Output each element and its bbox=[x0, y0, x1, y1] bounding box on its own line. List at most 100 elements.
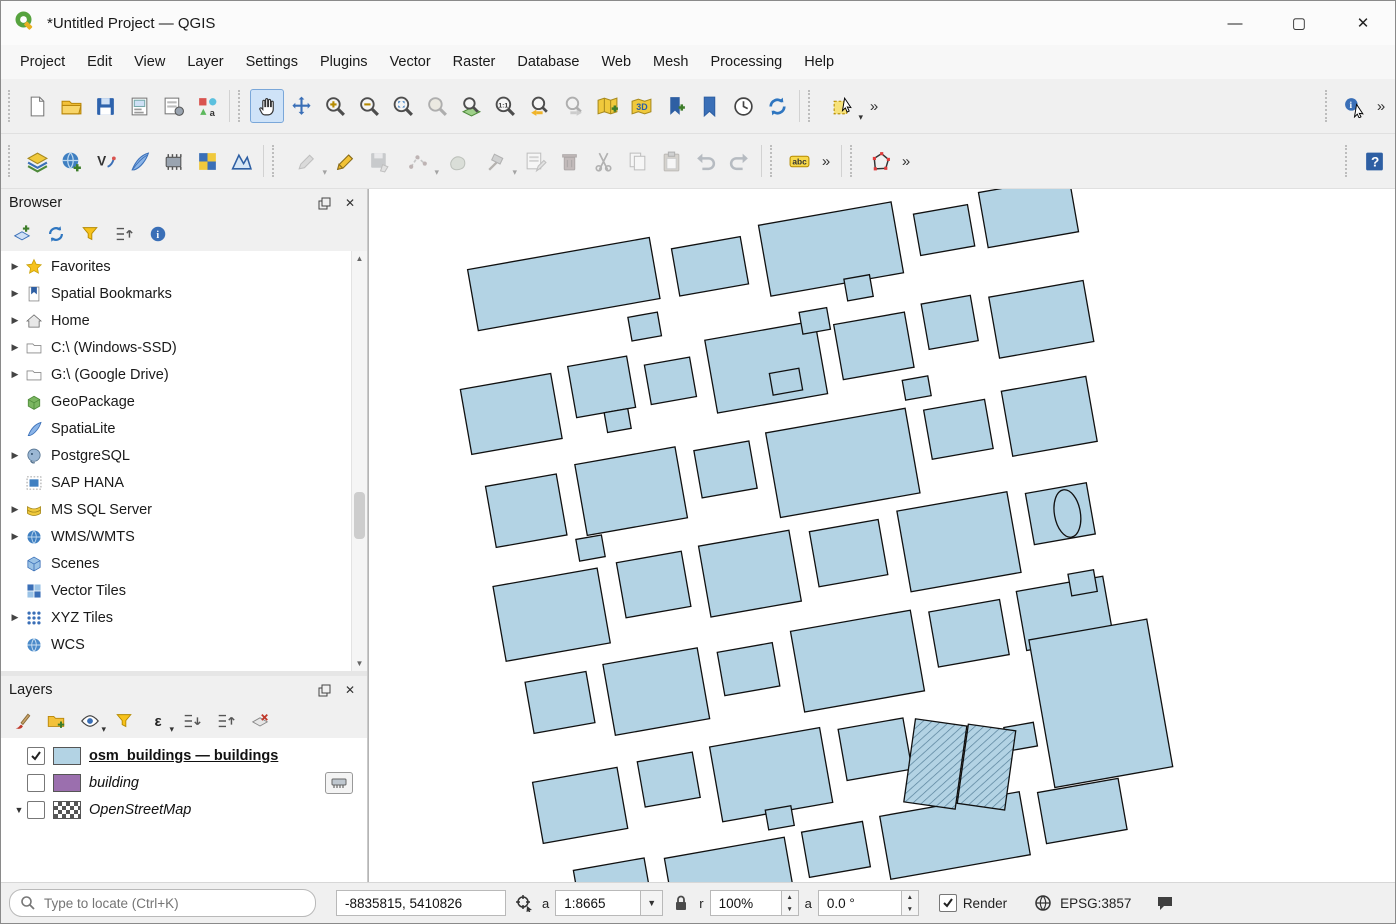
add-selected-layers-button[interactable] bbox=[7, 220, 37, 248]
new-project-button[interactable] bbox=[20, 89, 54, 123]
menu-mesh[interactable]: Mesh bbox=[642, 49, 699, 75]
save-project-button[interactable] bbox=[88, 89, 122, 123]
scale-input[interactable] bbox=[562, 895, 634, 912]
menu-view[interactable]: View bbox=[123, 49, 176, 75]
layer-swatch[interactable] bbox=[53, 747, 81, 765]
toolbar-drag-handle[interactable] bbox=[1345, 145, 1354, 177]
pan-map-button[interactable] bbox=[250, 89, 284, 123]
scrollbar-track[interactable] bbox=[352, 266, 367, 656]
pan-map-to-selection-button[interactable] bbox=[284, 89, 318, 123]
layer-labeling-button[interactable]: abc bbox=[782, 144, 816, 178]
memory-layer-indicator-icon[interactable] bbox=[325, 772, 353, 794]
menu-project[interactable]: Project bbox=[9, 49, 76, 75]
expand-arrow-icon[interactable]: ▶ bbox=[7, 504, 23, 515]
lock-scale-icon[interactable] bbox=[669, 891, 693, 915]
identify-features-button[interactable]: i bbox=[1337, 89, 1371, 123]
spin-down-icon[interactable]: ▼ bbox=[782, 903, 798, 915]
current-edits-button[interactable]: ▾ bbox=[284, 144, 328, 178]
locate-box[interactable] bbox=[9, 889, 316, 917]
filter-by-expression-button[interactable]: ε▾ bbox=[143, 707, 173, 735]
layer-name[interactable]: OpenStreetMap bbox=[89, 802, 191, 818]
close-panel-icon[interactable]: ✕ bbox=[341, 681, 359, 699]
modify-attributes-button[interactable] bbox=[518, 144, 552, 178]
toolbar-drag-handle[interactable] bbox=[1325, 90, 1334, 122]
map-canvas[interactable] bbox=[368, 189, 1395, 882]
browser-item-wcs[interactable]: WCS bbox=[1, 631, 351, 658]
magnifier-input[interactable] bbox=[717, 895, 775, 912]
scale-box[interactable] bbox=[555, 890, 641, 916]
toolbar-drag-handle[interactable] bbox=[770, 145, 779, 177]
delete-selected-button[interactable] bbox=[552, 144, 586, 178]
coordinate-input[interactable] bbox=[343, 895, 499, 912]
zoom-next-button[interactable] bbox=[556, 89, 590, 123]
layer-name[interactable]: osm_buildings — buildings bbox=[89, 748, 278, 764]
toolbar-drag-handle[interactable] bbox=[8, 90, 17, 122]
vertex-tool-button[interactable]: ▾ bbox=[474, 144, 518, 178]
add-wms-layer-button[interactable] bbox=[54, 144, 88, 178]
style-manager-button[interactable]: a bbox=[190, 89, 224, 123]
toolbar-drag-handle[interactable] bbox=[808, 90, 817, 122]
layer-swatch[interactable] bbox=[53, 774, 81, 792]
browser-item-c-drive[interactable]: ▶C:\ (Windows-SSD) bbox=[1, 334, 351, 361]
menu-processing[interactable]: Processing bbox=[700, 49, 794, 75]
expand-all-button[interactable] bbox=[177, 707, 207, 735]
close-button[interactable]: ✕ bbox=[1331, 1, 1395, 45]
browser-item-scenes[interactable]: Scenes bbox=[1, 550, 351, 577]
expand-arrow-icon[interactable]: ▶ bbox=[7, 288, 23, 299]
menu-plugins[interactable]: Plugins bbox=[309, 49, 379, 75]
spin-down-icon[interactable]: ▼ bbox=[902, 903, 918, 915]
maximize-button[interactable]: ▢ bbox=[1267, 1, 1331, 45]
zoom-native-1-1-button[interactable]: 1:1 bbox=[488, 89, 522, 123]
minimize-button[interactable]: — bbox=[1203, 1, 1267, 45]
browser-item-g-drive[interactable]: ▶G:\ (Google Drive) bbox=[1, 361, 351, 388]
layer-row-osm-buildings[interactable]: osm_buildings — buildings bbox=[1, 742, 367, 769]
menu-raster[interactable]: Raster bbox=[442, 49, 507, 75]
layer-checkbox-unchecked[interactable] bbox=[27, 774, 45, 792]
browser-item-sap-hana[interactable]: SAP HANA bbox=[1, 469, 351, 496]
collapse-all-button[interactable] bbox=[109, 220, 139, 248]
data-source-manager-button[interactable] bbox=[20, 144, 54, 178]
expand-arrow-icon[interactable]: ▶ bbox=[7, 315, 23, 326]
toolbar-overflow-button[interactable]: » bbox=[864, 90, 884, 122]
collapse-arrow-icon[interactable]: ▼ bbox=[11, 805, 27, 815]
browser-item-geopackage[interactable]: GeoPackage bbox=[1, 388, 351, 415]
browser-item-postgresql[interactable]: ▶PostgreSQL bbox=[1, 442, 351, 469]
show-layout-manager-button[interactable] bbox=[156, 89, 190, 123]
select-features-button[interactable]: ▾ bbox=[820, 89, 864, 123]
crs-status-button[interactable]: EPSG:3857 bbox=[1031, 891, 1131, 915]
zoom-out-button[interactable] bbox=[352, 89, 386, 123]
add-group-button[interactable] bbox=[41, 707, 71, 735]
layer-name[interactable]: building bbox=[89, 775, 139, 791]
browser-item-vector-tiles[interactable]: Vector Tiles bbox=[1, 577, 351, 604]
expand-arrow-icon[interactable]: ▶ bbox=[7, 450, 23, 461]
menu-web[interactable]: Web bbox=[590, 49, 642, 75]
save-layer-edits-button[interactable] bbox=[362, 144, 396, 178]
render-checkbox[interactable] bbox=[939, 894, 957, 912]
paste-features-button[interactable] bbox=[654, 144, 688, 178]
locate-input[interactable] bbox=[42, 895, 305, 912]
menu-settings[interactable]: Settings bbox=[235, 49, 309, 75]
digitize-with-segment-button[interactable]: ▾ bbox=[396, 144, 440, 178]
rotation-input[interactable] bbox=[825, 895, 895, 912]
toolbar-overflow-button[interactable]: » bbox=[1371, 90, 1391, 122]
spin-up-icon[interactable]: ▲ bbox=[902, 891, 918, 903]
filter-legend-button[interactable] bbox=[109, 707, 139, 735]
browser-item-spatial-bookmarks[interactable]: ▶Spatial Bookmarks bbox=[1, 280, 351, 307]
toolbar-drag-handle[interactable] bbox=[850, 145, 859, 177]
help-contents-button[interactable]: ? bbox=[1357, 144, 1391, 178]
scale-dropdown-icon[interactable]: ▼ bbox=[641, 890, 663, 916]
rotation-spinner[interactable]: ▲▼ bbox=[902, 890, 919, 916]
collapse-all-button[interactable] bbox=[211, 707, 241, 735]
new-spatial-bookmark-button[interactable] bbox=[658, 89, 692, 123]
expand-arrow-icon[interactable]: ▶ bbox=[7, 369, 23, 380]
toolbar-overflow-button[interactable]: » bbox=[896, 145, 916, 177]
menu-layer[interactable]: Layer bbox=[176, 49, 234, 75]
browser-item-home[interactable]: ▶Home bbox=[1, 307, 351, 334]
rotation-box[interactable] bbox=[818, 890, 902, 916]
toolbar-drag-handle[interactable] bbox=[238, 90, 247, 122]
properties-widget-button[interactable]: i bbox=[143, 220, 173, 248]
open-project-button[interactable] bbox=[54, 89, 88, 123]
menu-edit[interactable]: Edit bbox=[76, 49, 123, 75]
toolbar-overflow-button[interactable]: » bbox=[816, 145, 836, 177]
spin-up-icon[interactable]: ▲ bbox=[782, 891, 798, 903]
